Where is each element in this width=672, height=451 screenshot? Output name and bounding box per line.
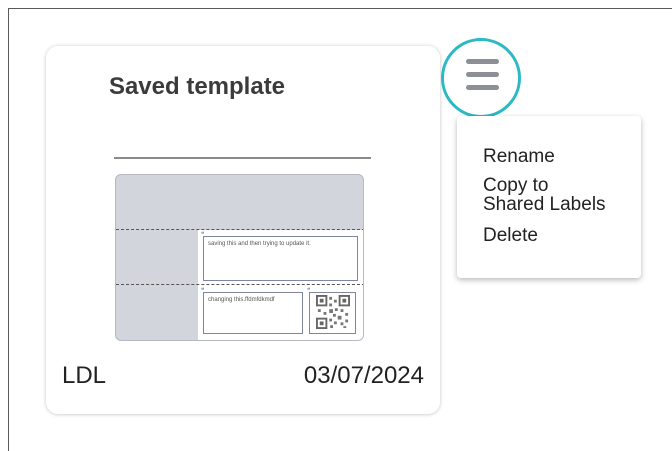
menu-item-copy-to-shared-labels[interactable]: Copy to: [483, 176, 548, 195]
preview-field-text: saving this and then trying to update it…: [208, 241, 311, 247]
preview-dashed-line: [116, 284, 363, 285]
menu-button[interactable]: [441, 38, 521, 118]
template-title: Saved template: [108, 73, 286, 100]
menu-item-copy-to-shared-labels-line2[interactable]: Shared Labels: [483, 195, 606, 214]
context-menu: Rename Copy to Shared Labels Delete: [457, 116, 641, 278]
preview-text-field: ❝ saving this and then trying to update …: [201, 232, 358, 281]
hamburger-menu-icon: [466, 85, 499, 90]
menu-item-rename[interactable]: Rename: [483, 147, 555, 166]
template-preview[interactable]: ❝ saving this and then trying to update …: [115, 174, 364, 341]
hamburger-menu-icon: [466, 59, 499, 64]
template-owner: LDL: [62, 362, 107, 389]
field-marker-icon: ❝: [307, 288, 311, 294]
qr-code-icon: [316, 295, 350, 329]
hamburger-menu-icon: [466, 72, 499, 77]
preview-field-text: changing this.ffdmfdkmdf: [208, 297, 275, 303]
preview-text-field: ❝ changing this.ffdmfdkmdf: [201, 288, 303, 334]
title-divider: [114, 157, 371, 159]
field-marker-icon: ❝: [201, 288, 205, 294]
template-date: 03/07/2024: [303, 362, 424, 389]
menu-item-delete[interactable]: Delete: [483, 226, 538, 245]
preview-dashed-line: [116, 229, 363, 230]
field-marker-icon: ❝: [201, 232, 205, 238]
